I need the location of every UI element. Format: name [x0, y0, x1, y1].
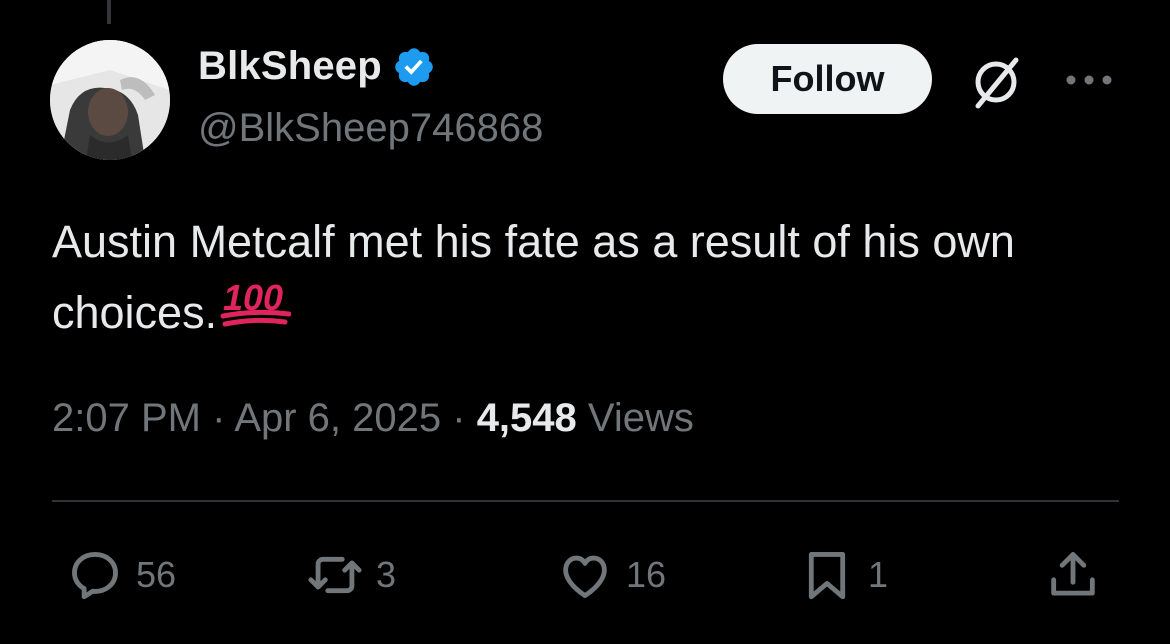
meta-separator: · [200, 396, 235, 440]
avatar-photo [50, 40, 170, 160]
views-label: Views [587, 396, 694, 440]
more-icon[interactable] [1062, 60, 1116, 100]
reply-button[interactable]: 56 [66, 545, 176, 605]
like-icon [563, 555, 607, 598]
repost-count: 3 [376, 554, 397, 595]
share-icon [1051, 552, 1095, 596]
follow-button[interactable]: Follow [723, 44, 932, 114]
tweet-metadata: 2:07 PM · Apr 6, 2025 · 4,548 Views [52, 396, 694, 441]
bookmark-count: 1 [868, 554, 889, 595]
reply-icon [72, 552, 118, 600]
share-button[interactable] [1044, 545, 1102, 605]
meta-separator: · [441, 396, 477, 440]
repost-icon [308, 556, 362, 594]
tweet-time[interactable]: 2:07 PM [52, 396, 201, 440]
repost-button[interactable]: 3 [306, 545, 396, 605]
hundred-points-emoji-icon: 100 [220, 277, 292, 327]
reply-count: 56 [136, 554, 177, 595]
tweet-body: Austin Metcalf met his fate as a result … [52, 216, 1015, 338]
divider [52, 500, 1119, 502]
author-display-name[interactable]: BlkSheep [198, 44, 382, 89]
verified-badge-icon [395, 47, 433, 86]
views-count: 4,548 [476, 396, 577, 440]
author-handle[interactable]: @BlkSheep746868 [198, 106, 543, 151]
avatar[interactable] [50, 40, 170, 160]
bookmark-button[interactable]: 1 [798, 545, 888, 605]
tweet-date[interactable]: Apr 6, 2025 [234, 396, 441, 440]
grok-icon[interactable] [966, 52, 1026, 112]
tweet-text: Austin Metcalf met his fate as a result … [52, 208, 1122, 347]
like-count: 16 [626, 554, 667, 595]
like-button[interactable]: 16 [556, 545, 666, 605]
thread-connector-line [107, 0, 111, 24]
bookmark-icon [808, 552, 846, 600]
